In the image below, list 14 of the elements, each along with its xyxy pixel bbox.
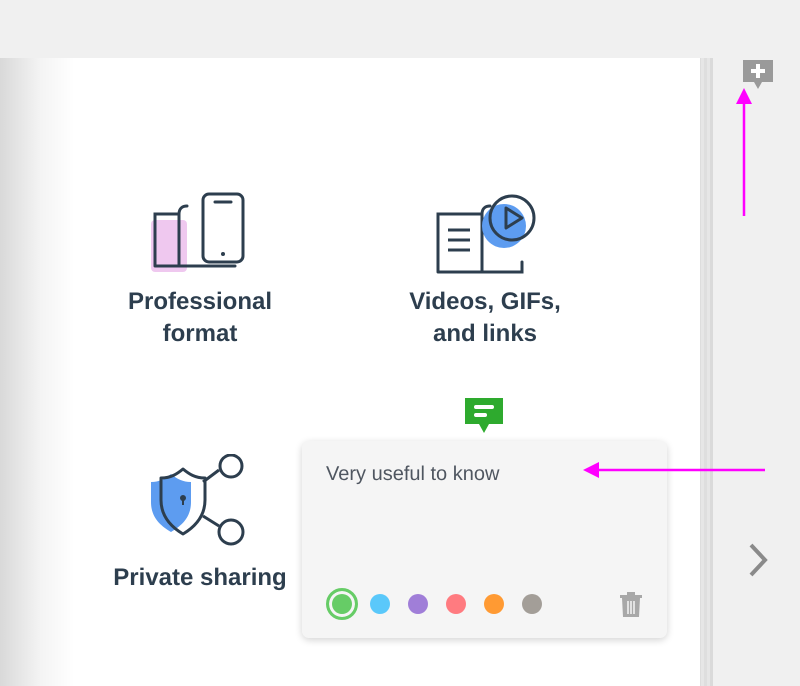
comment-marker-icon[interactable] — [465, 398, 503, 433]
trash-icon[interactable] — [619, 590, 643, 618]
feature-title: Professional format — [126, 287, 274, 349]
feature-title: Videos, GIFs, and links — [408, 287, 562, 349]
color-swatch[interactable] — [446, 594, 466, 614]
color-swatch[interactable] — [484, 594, 504, 614]
color-swatch[interactable] — [408, 594, 428, 614]
next-page-icon[interactable] — [746, 542, 768, 578]
add-comment-icon[interactable] — [742, 60, 772, 90]
color-swatch[interactable] — [370, 594, 390, 614]
feature-title: Private sharing — [112, 563, 288, 593]
color-swatch[interactable] — [326, 588, 358, 620]
color-swatch[interactable] — [522, 594, 542, 614]
note-text[interactable]: Very useful to know — [326, 463, 643, 486]
